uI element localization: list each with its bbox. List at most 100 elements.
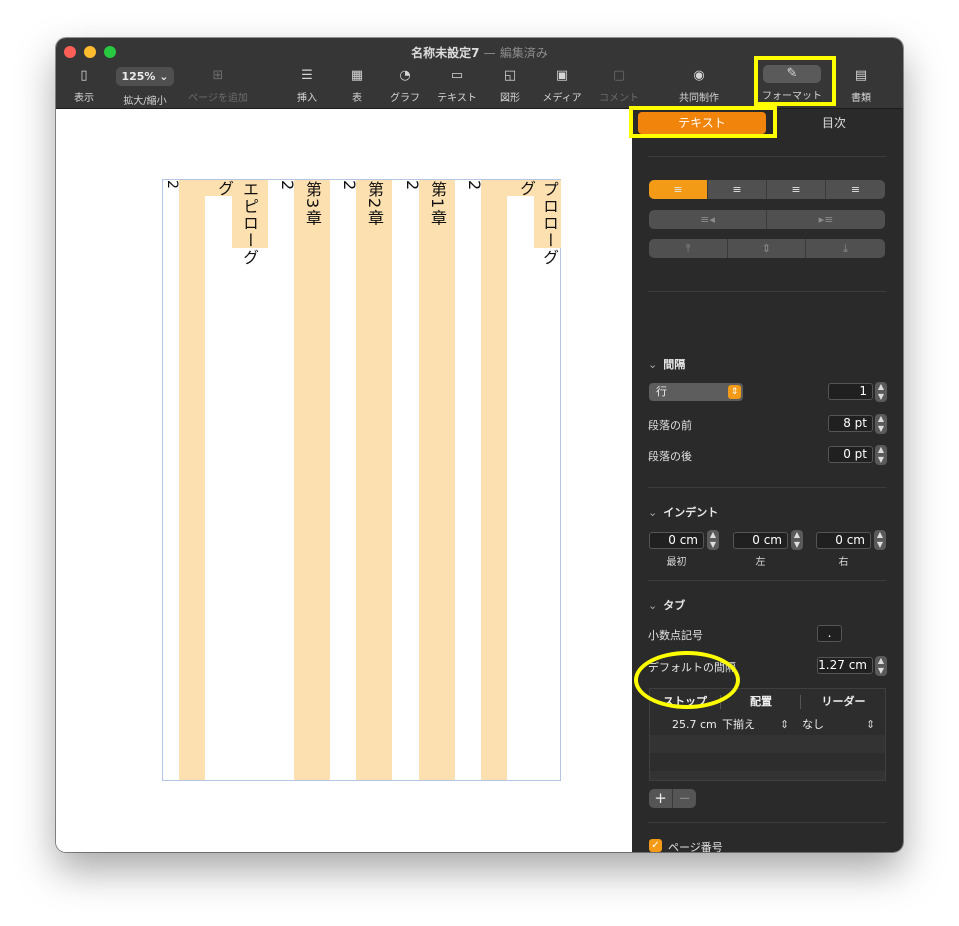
column-text-chapter3[interactable]: 第3章 xyxy=(303,181,322,226)
indent-section-header[interactable]: ⌄ インデント xyxy=(648,504,718,520)
table-button[interactable]: ▦ 表 xyxy=(344,65,370,107)
column-text-2-left[interactable]: 2 xyxy=(163,180,181,190)
table-row[interactable]: 25.7 cm 下揃え ⇕ なし ⇕ xyxy=(650,716,885,734)
increase-indent-icon[interactable]: ▸≡ xyxy=(767,210,885,229)
add-page-icon: ⊞ xyxy=(212,68,224,83)
insert-label: 挿入 xyxy=(297,93,317,104)
line-spacing-field[interactable]: 1 xyxy=(828,383,873,400)
title-separator: — xyxy=(483,46,496,60)
first-indent-stepper[interactable]: ▲ ▼ xyxy=(707,530,719,550)
tab-leader-popup[interactable]: なし xyxy=(802,716,824,734)
column-text-epilogue[interactable]: エピローグ xyxy=(240,181,259,266)
media-label: メディア xyxy=(542,93,582,104)
after-paragraph-stepper[interactable]: ▲ ▼ xyxy=(875,445,887,465)
chevron-down-icon: ⌄ xyxy=(648,358,658,371)
column-text-chapter1[interactable]: 第1章 xyxy=(428,181,447,226)
zoom-value: 125% xyxy=(121,70,156,83)
column-text-2[interactable]: 2 xyxy=(340,180,359,191)
page-number-label: ページ番号 xyxy=(668,841,723,852)
media-button[interactable]: ▣ メディア xyxy=(540,65,584,107)
align-bottom-icon[interactable]: ⤓ xyxy=(806,239,885,258)
table-row xyxy=(650,771,885,780)
updown-arrows-icon: ⇕ xyxy=(866,718,876,731)
view-button[interactable]: ▯ 表示 xyxy=(68,65,100,107)
updown-arrows-icon: ⇕ xyxy=(780,718,790,731)
text-button[interactable]: ▭ テキスト xyxy=(436,65,478,107)
alignment-segmented[interactable]: ≡ ≡ ≡ ≡ xyxy=(649,180,885,199)
divider xyxy=(648,291,886,292)
align-top-icon[interactable]: ⤒ xyxy=(649,239,728,258)
align-center-icon[interactable]: ≡ xyxy=(708,180,767,199)
indent-title: インデント xyxy=(663,506,719,519)
decrease-indent-icon[interactable]: ≡◂ xyxy=(649,210,767,229)
before-paragraph-field[interactable]: 8 pt xyxy=(828,415,873,432)
document-canvas[interactable]: プロローグ 2 第1章 2 第2章 2 第3章 2 エピローグ 2 グ グ xyxy=(56,109,632,852)
shape-icon: ◱ xyxy=(503,68,517,83)
format-inspector: テキスト 目次 ≡ ≡ ≡ ≡ ≡◂ ▸≡ ⤒ ⇕ ⤓ ⌄ 間隔 行 ⇕ 1 ▲ ▼ … xyxy=(632,109,903,852)
table-label: 表 xyxy=(352,93,362,104)
column-bar xyxy=(356,180,392,780)
right-indent-stepper[interactable]: ▲ ▼ xyxy=(874,530,886,550)
first-indent-field[interactable]: 0 cm xyxy=(649,532,704,549)
add-tab-stop-button[interactable]: + xyxy=(649,789,673,808)
right-indent-field[interactable]: 0 cm xyxy=(816,532,871,549)
remove-tab-stop-button[interactable]: − xyxy=(673,789,696,808)
vertical-align-segmented[interactable]: ⤒ ⇕ ⤓ xyxy=(649,239,885,258)
column-text-2[interactable]: 2 xyxy=(403,180,422,191)
tab-stop-buttons: + − xyxy=(649,789,696,808)
comment-button[interactable]: ▢ コメント xyxy=(597,65,641,107)
column-header-leader[interactable]: リーダー xyxy=(800,695,886,709)
align-middle-icon[interactable]: ⇕ xyxy=(728,239,806,258)
tabs-section-header[interactable]: ⌄ タブ xyxy=(648,597,685,613)
insert-icon: ☰ xyxy=(301,68,313,83)
add-page-button[interactable]: ⊞ ページを追加 xyxy=(183,65,253,107)
before-paragraph-stepper[interactable]: ▲ ▼ xyxy=(875,414,887,434)
column-text-2[interactable]: 2 xyxy=(278,180,297,191)
decimal-char-field[interactable]: . xyxy=(817,625,842,642)
chevron-down-icon: ⌄ xyxy=(648,506,658,519)
shape-button[interactable]: ◱ 図形 xyxy=(496,65,524,107)
align-justify-icon[interactable]: ≡ xyxy=(826,180,885,199)
updown-arrows-icon: ⇕ xyxy=(728,385,741,399)
collaborate-button[interactable]: ◉ 共同制作 xyxy=(676,65,722,107)
document-button[interactable]: ▤ 書類 xyxy=(846,65,876,107)
collaborate-icon: ◉ xyxy=(693,68,705,83)
column-text-2[interactable]: 2 xyxy=(465,180,484,191)
indent-segmented[interactable]: ≡◂ ▸≡ xyxy=(649,210,885,229)
chevron-down-icon: ⌄ xyxy=(159,70,169,83)
line-spacing-stepper[interactable]: ▲ ▼ xyxy=(875,382,887,402)
left-indent-field[interactable]: 0 cm xyxy=(733,532,788,549)
tabs-title: タブ xyxy=(663,599,686,612)
page[interactable]: プロローグ 2 第1章 2 第2章 2 第3章 2 エピローグ 2 グ グ xyxy=(162,179,561,781)
line-spacing-popup[interactable]: 行 ⇕ xyxy=(649,383,743,401)
column-bar xyxy=(481,180,507,780)
column-text-g-left[interactable]: グ xyxy=(215,180,234,197)
left-indent-stepper[interactable]: ▲ ▼ xyxy=(791,530,803,550)
column-text-prologue[interactable]: プロローグ xyxy=(540,181,559,266)
spacing-section-header[interactable]: ⌄ 間隔 xyxy=(648,356,685,372)
tab-stop-value[interactable]: 25.7 cm xyxy=(672,716,717,734)
left-indent-label: 左 xyxy=(755,557,766,568)
default-spacing-stepper[interactable]: ▲ ▼ xyxy=(875,656,887,676)
align-left-icon[interactable]: ≡ xyxy=(649,180,708,199)
column-header-align[interactable]: 配置 xyxy=(720,695,801,709)
first-indent-label: 最初 xyxy=(666,557,687,568)
page-number-checkbox[interactable]: ✓ xyxy=(649,839,662,852)
column-text-g-right[interactable]: グ xyxy=(517,180,536,197)
column-text-chapter2[interactable]: 第2章 xyxy=(365,181,384,226)
right-indent-label: 右 xyxy=(838,557,849,568)
tab-align-popup[interactable]: 下揃え xyxy=(722,716,755,734)
zoom-popup[interactable]: 125% ⌄ xyxy=(116,67,174,86)
tab-toc[interactable]: 目次 xyxy=(778,112,890,134)
divider xyxy=(648,156,886,157)
insert-button[interactable]: ☰ 挿入 xyxy=(292,65,322,107)
document-label: 書類 xyxy=(851,93,871,104)
document-name: 名称未設定7 xyxy=(411,46,480,60)
highlight-format-button xyxy=(754,56,836,106)
zoom-label: 拡大/縮小 xyxy=(123,96,167,107)
chart-button[interactable]: ◔ グラフ xyxy=(388,65,422,107)
after-paragraph-field[interactable]: 0 pt xyxy=(828,446,873,463)
default-spacing-field[interactable]: 1.27 cm xyxy=(817,657,873,674)
shape-label: 図形 xyxy=(500,93,520,104)
align-right-icon[interactable]: ≡ xyxy=(767,180,826,199)
